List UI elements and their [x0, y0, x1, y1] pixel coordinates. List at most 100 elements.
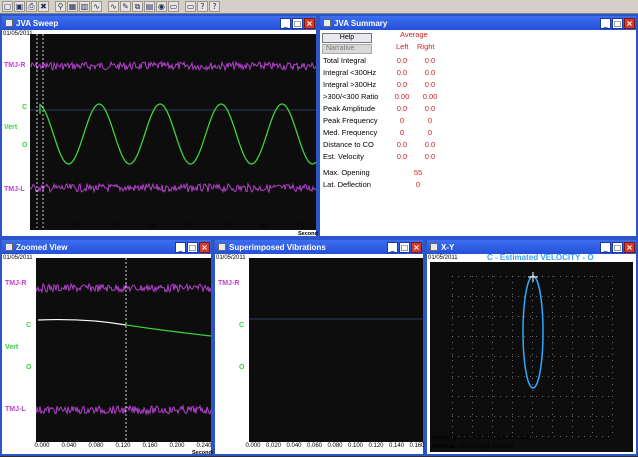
xy-grid-dot	[590, 396, 591, 397]
xy-grid-dot	[590, 436, 591, 437]
xy-grid-dot	[554, 276, 555, 277]
question-icon[interactable]: ?	[209, 1, 220, 12]
close-button[interactable]: ×	[411, 241, 422, 253]
jva-summary-window: JVA Summary _ □ × Help Narrative Average…	[318, 14, 638, 238]
chart-icon[interactable]: ▥	[79, 1, 90, 12]
xy-grid-dot	[512, 324, 513, 325]
maximize-button[interactable]: □	[399, 241, 410, 253]
xy-grid-dot	[512, 294, 513, 295]
sweep-titlebar[interactable]: JVA Sweep _ □ ×	[2, 16, 316, 30]
print-icon[interactable]: ⎙	[26, 1, 37, 12]
xy-grid-dot	[578, 396, 579, 397]
narrative-button[interactable]: Narrative	[322, 44, 372, 54]
zoomed-titlebar[interactable]: Zoomed View _ □ ×	[2, 240, 211, 254]
summary-row-label: Est. Velocity	[323, 152, 364, 161]
xy-titlebar[interactable]: X-Y _ □ ×	[427, 240, 636, 254]
sweep-traces	[29, 34, 317, 230]
superimposed-x-tick: 0.000	[245, 443, 261, 449]
xy-grid-dot	[452, 324, 453, 325]
xy-grid-dot	[452, 294, 453, 295]
xy-grid-dot	[488, 376, 489, 377]
xy-grid-dot	[592, 366, 593, 367]
zoomed-plot[interactable]	[35, 258, 212, 442]
wave-icon[interactable]: ∿	[91, 1, 102, 12]
grid-icon[interactable]: ▦	[67, 1, 78, 12]
xy-grid-dot	[572, 372, 573, 373]
minimize-button[interactable]: _	[175, 241, 186, 253]
film-icon[interactable]: ▤	[144, 1, 155, 12]
window-icon	[5, 243, 13, 251]
xy-grid-dot	[452, 366, 453, 367]
xy-grid-dot	[612, 360, 613, 361]
zoomed-view-window: Zoomed View _ □ × 01/05/2011 TMJ-R C Ver…	[0, 238, 215, 456]
xy-grid-dot	[552, 402, 553, 403]
xy-grid-dot	[512, 378, 513, 379]
xy-grid-dot	[612, 390, 613, 391]
summary-titlebar[interactable]: JVA Summary _ □ ×	[320, 16, 636, 30]
minimize-button[interactable]: _	[387, 241, 398, 253]
superimposed-x-tick: 0.060	[306, 443, 323, 449]
xy-plot[interactable]	[430, 262, 633, 452]
pencil-icon[interactable]: ✎	[120, 1, 131, 12]
xy-grid-dot	[452, 296, 453, 297]
xy-grid-dot	[552, 426, 553, 427]
toolbar: ▢ ▣ ⎙ ✖ ⚲ ▦ ▥ ∿ ∿ ✎ ⧉ ▤ ◉ ▭ ▭??	[0, 0, 638, 14]
xy-grid-dot	[592, 414, 593, 415]
xy-grid-dot	[532, 294, 533, 295]
save-icon[interactable]: ▣	[14, 1, 25, 12]
xy-grid-dot	[512, 288, 513, 289]
minimize-button[interactable]: _	[600, 241, 611, 253]
close-button[interactable]: ×	[304, 17, 315, 29]
xy-grid-dot	[512, 416, 513, 417]
minimize-button[interactable]: _	[280, 17, 291, 29]
window-icon	[5, 19, 13, 27]
zoom-icon[interactable]: ⚲	[55, 1, 66, 12]
xy-grid-dot	[612, 306, 613, 307]
close-button[interactable]: ×	[624, 241, 635, 253]
xy-grid-dot	[572, 420, 573, 421]
xy-grid-dot	[560, 356, 561, 357]
minimize-button[interactable]: _	[600, 17, 611, 29]
maximize-button[interactable]: □	[612, 241, 623, 253]
zoomed-title: Zoomed View	[16, 242, 68, 252]
xy-grid-dot	[476, 416, 477, 417]
xy-grid-dot	[524, 376, 525, 377]
open-icon[interactable]: ▢	[2, 1, 13, 12]
close-button[interactable]: ×	[624, 17, 635, 29]
maximize-button[interactable]: □	[187, 241, 198, 253]
xy-grid-dot	[464, 376, 465, 377]
maximize-button[interactable]: □	[612, 17, 623, 29]
xy-grid-dot	[470, 356, 471, 357]
delete-icon[interactable]: ✖	[38, 1, 49, 12]
xy-grid-dot	[530, 356, 531, 357]
xy-grid-dot	[506, 316, 507, 317]
xy-grid-dot	[542, 396, 543, 397]
xy-grid-dot	[602, 396, 603, 397]
sweep-plot[interactable]	[29, 34, 317, 230]
xy-grid-dot	[488, 356, 489, 357]
xy-grid-dot	[452, 396, 453, 397]
help-button[interactable]: Help	[322, 33, 372, 43]
xy-grid-dot	[566, 336, 567, 337]
help-icon[interactable]: ?	[197, 1, 208, 12]
superimposed-plot[interactable]	[249, 258, 423, 442]
xy-grid-dot	[552, 318, 553, 319]
superimposed-titlebar[interactable]: Superimposed Vibrations _ □ ×	[215, 240, 423, 254]
velocity-label: Velocity:	[432, 434, 459, 441]
maximize-button[interactable]: □	[292, 17, 303, 29]
xy-grid-dot	[552, 324, 553, 325]
xy-grid-dot	[552, 378, 553, 379]
wave2-icon[interactable]: ∿	[108, 1, 119, 12]
xy-grid-dot	[552, 312, 553, 313]
xy-grid-dot	[512, 372, 513, 373]
xy-grid-dot	[612, 372, 613, 373]
zoomed-vert-trace-green	[125, 324, 212, 337]
copy-icon[interactable]: ⧉	[132, 1, 143, 12]
xy-grid-dot	[592, 384, 593, 385]
zoomed-tmj-r-trace	[35, 282, 212, 294]
monitor-icon[interactable]: ▭	[168, 1, 179, 12]
superimposed-x-tick: 0.120	[368, 443, 384, 449]
window-icon[interactable]: ▭	[185, 1, 196, 12]
camera-icon[interactable]: ◉	[156, 1, 167, 12]
close-button[interactable]: ×	[199, 241, 210, 253]
